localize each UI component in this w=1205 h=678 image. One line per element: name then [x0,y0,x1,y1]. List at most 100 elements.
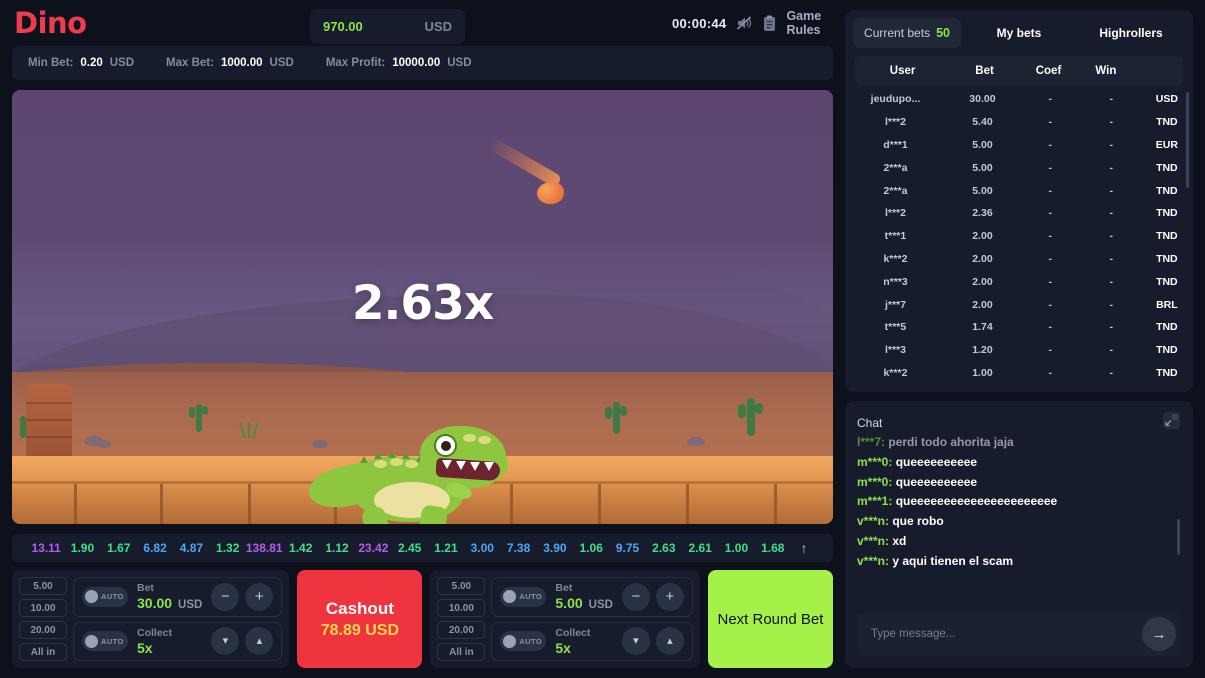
auto-collect-toggle-left[interactable]: AUTO [82,631,128,652]
max-bet-label: Max Bet: [166,57,214,69]
cell-currency: TND [1156,207,1178,220]
ground-crack [510,484,513,524]
chat-message: m***0: queeeeeeeeee [857,455,1181,470]
collect-field-left[interactable]: Collect 5x [137,627,202,656]
bet-row-right: AUTO Bet 5.00 USD − + [491,577,693,617]
arrow-up-icon[interactable]: ↑ [791,540,817,556]
chevron-up-icon[interactable]: ▴ [245,627,274,656]
app-logo: Dino [14,6,87,40]
game-rules-link[interactable]: Game Rules [786,9,845,37]
chat-username: v***n: [857,553,893,568]
chat-messages[interactable]: l***7: perdi todo ahorita jaja m***0: que… [857,435,1181,608]
history-multiplier[interactable]: 4.87 [173,541,209,555]
balance-amount: 970.00 [323,19,363,34]
collect-row-left: AUTO Collect 5x ▾ ▴ [73,621,283,661]
chat-header: Chat [857,411,1181,435]
send-arrow-icon[interactable]: → [1142,617,1176,651]
bet-currency-right: USD [588,599,613,612]
tab-highrollers[interactable]: Highrollers [1077,18,1185,48]
cell-currency: TND [1156,321,1178,334]
cell-user: l***3 [884,344,906,357]
chat-username: v***n: [857,533,893,548]
plus-icon[interactable]: + [245,582,274,611]
collect-label-left: Collect [137,626,173,639]
min-bet-value: 0.20 [80,57,103,69]
tab-current-bets[interactable]: Current bets 50 [853,18,961,48]
history-multiplier[interactable]: 1.12 [319,541,355,555]
clipboard-icon[interactable] [762,15,777,32]
cell-bet: 1.00 [972,366,993,379]
cell-coef: - [1048,161,1053,174]
cell-win: - [1109,275,1113,288]
bets-scrollbar[interactable] [1186,92,1189,188]
cell-bet: 2.00 [972,230,993,243]
history-multiplier[interactable]: 9.75 [609,541,645,555]
history-multiplier[interactable]: 1.32 [210,541,246,555]
cell-user: d***1 [883,138,908,151]
bets-table-body[interactable]: jeudupo... 30.00- - USD l***2 5.40- - TND d***1 5… [845,86,1193,392]
history-multiplier[interactable]: 1.06 [573,541,609,555]
history-multiplier[interactable]: 7.38 [500,541,536,555]
chat-scrollbar[interactable] [1177,519,1180,555]
dino-bump [390,458,403,466]
history-multiplier[interactable]: 1.00 [718,541,754,555]
history-multiplier[interactable]: 2.45 [392,541,428,555]
history-multiplier[interactable]: 1.68 [755,541,791,555]
auto-collect-toggle-right[interactable]: AUTO [500,631,547,652]
minus-icon[interactable]: − [211,582,240,611]
history-multiplier[interactable]: 138.81 [246,541,283,555]
chat-message: m***1: queeeeeeeeeeeeeeeeeeeeee [857,494,1181,509]
cell-currency: TND [1156,230,1178,243]
expand-icon[interactable] [1162,411,1181,435]
sound-muted-icon[interactable] [735,14,753,32]
bet-amount-field-left[interactable]: Bet 30.00 USD [137,582,202,611]
history-multiplier[interactable]: 1.42 [283,541,319,555]
next-round-bet-button[interactable]: Next Round Bet [707,570,833,668]
quick-bet-1-right[interactable]: 5.00 [437,577,486,595]
tab-my-bets[interactable]: My bets [965,18,1073,48]
chat-input[interactable] [871,628,1142,640]
quick-bet-all-in[interactable]: All in [19,643,67,661]
cell-win: - [1109,230,1113,243]
history-multiplier[interactable]: 13.11 [28,541,64,555]
quick-bet-3[interactable]: 20.00 [19,621,67,639]
history-multiplier[interactable]: 1.21 [428,541,464,555]
chat-text: y aqui tienen el scam [892,553,1014,568]
quick-bet-1[interactable]: 5.00 [19,577,67,595]
cell-user: t***1 [884,230,907,243]
cell-win: - [1109,321,1113,334]
header-right-group: 00:00:44 Game Rules [672,0,845,46]
history-multiplier[interactable]: 3.00 [464,541,500,555]
plus-icon[interactable]: + [655,582,684,611]
quick-bet-all-in-right[interactable]: All in [437,643,486,661]
dino-tooth [484,462,494,471]
table-row: 2***a 5.00- - TND [845,179,1193,202]
history-multiplier[interactable]: 2.63 [646,541,682,555]
quick-bet-3-right[interactable]: 20.00 [437,621,486,639]
minus-icon[interactable]: − [621,582,650,611]
balance-display[interactable]: 970.00 USD [310,9,465,44]
quick-bet-2-right[interactable]: 10.00 [437,599,486,617]
bet-amount-field-right[interactable]: Bet 5.00 USD [555,582,613,611]
history-multiplier[interactable]: 23.42 [355,541,391,555]
cell-win: - [1109,93,1113,106]
chat-input-row: → [857,612,1181,656]
history-multiplier[interactable]: 6.82 [137,541,173,555]
chevron-up-icon[interactable]: ▴ [655,627,684,656]
chevron-down-icon[interactable]: ▾ [211,627,240,656]
game-column: Dino 970.00 USD 00:00:44 Game Rules Min … [0,0,845,678]
cashout-button[interactable]: Cashout 78.89 USD [297,570,423,668]
quick-bet-2[interactable]: 10.00 [19,599,67,617]
chevron-down-icon[interactable]: ▾ [621,627,650,656]
history-multiplier[interactable]: 1.90 [64,541,100,555]
history-multiplier[interactable]: 3.90 [537,541,573,555]
cell-user: jeudupo... [870,93,921,106]
auto-bet-toggle-right[interactable]: AUTO [500,586,547,607]
history-multiplier[interactable]: 2.61 [682,541,718,555]
max-bet-currency: USD [269,57,294,69]
max-profit-currency: USD [447,57,472,69]
collect-field-right[interactable]: Collect 5x [555,627,613,656]
history-multiplier[interactable]: 1.67 [101,541,137,555]
auto-bet-toggle-left[interactable]: AUTO [82,586,128,607]
cell-win: - [1109,252,1113,265]
